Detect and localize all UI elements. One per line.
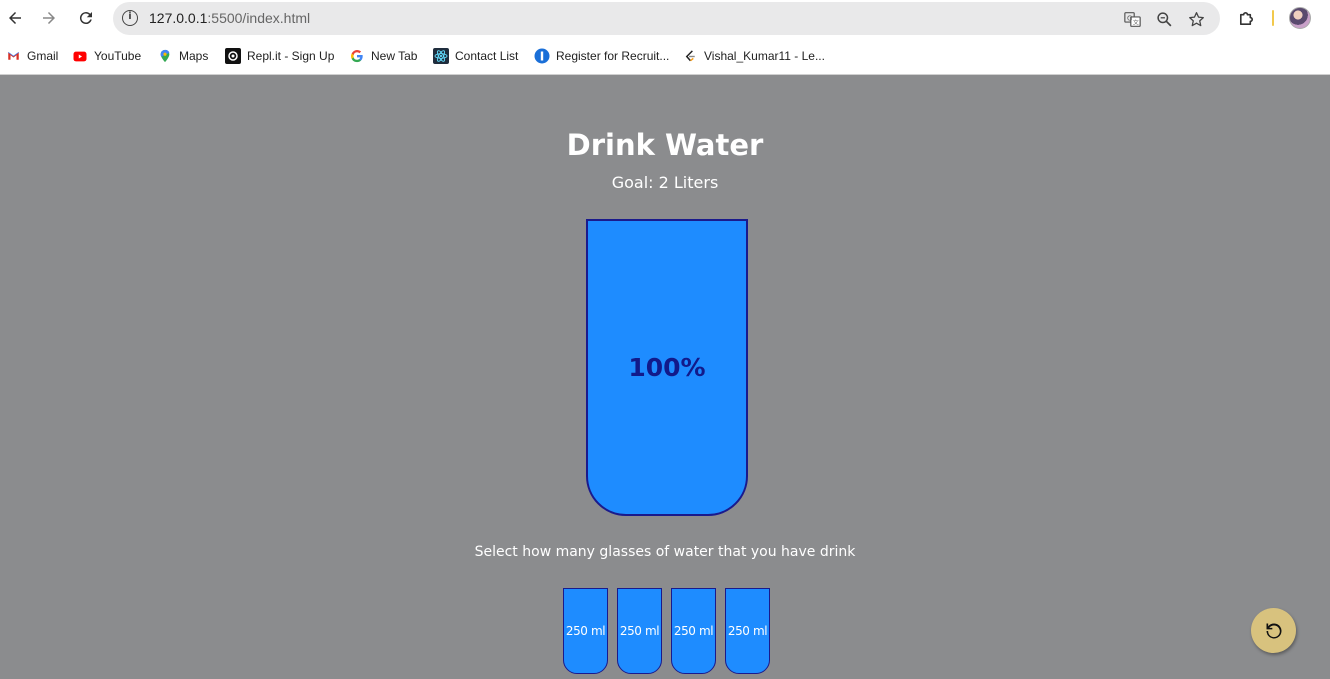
svg-text:G: G <box>1126 14 1131 22</box>
small-cup-3[interactable]: 250 ml <box>671 588 716 674</box>
bookmark-gmail[interactable]: Gmail <box>5 47 58 65</box>
toolbar-divider <box>1272 10 1274 26</box>
maps-icon <box>157 48 173 64</box>
site-info-icon[interactable]: i <box>122 10 138 26</box>
replit-icon <box>225 48 241 64</box>
react-icon <box>433 48 449 64</box>
reload-icon <box>79 12 92 25</box>
browser-toolbar: i 127.0.0.1:5500/index.html G文 <box>0 0 1330 37</box>
bookmark-new-tab[interactable]: New Tab <box>349 47 417 65</box>
bookmark-maps[interactable]: Maps <box>157 47 208 65</box>
bookmark-star-icon[interactable] <box>1187 10 1205 28</box>
back-button[interactable] <box>3 6 27 30</box>
percentage-label: 100% <box>628 352 706 382</box>
goal-text: Goal: 2 Liters <box>611 173 719 192</box>
instruction-text: Select how many glasses of water that yo… <box>474 544 856 560</box>
bookmark-register[interactable]: Register for Recruit... <box>534 47 669 65</box>
small-cups-list: 250 ml 250 ml 250 ml 250 ml <box>563 588 770 674</box>
extensions-icon[interactable] <box>1235 7 1257 29</box>
reset-icon <box>1266 622 1281 638</box>
forward-button[interactable] <box>37 6 61 30</box>
small-cup-4[interactable]: 250 ml <box>725 588 770 674</box>
google-icon <box>349 48 365 64</box>
small-cup-2[interactable]: 250 ml <box>617 588 662 674</box>
bookmark-youtube[interactable]: YouTube <box>72 47 141 65</box>
profile-avatar[interactable] <box>1289 7 1311 29</box>
reload-button[interactable] <box>74 6 98 30</box>
address-bar[interactable]: i 127.0.0.1:5500/index.html G文 <box>113 2 1220 35</box>
leetcode-icon <box>682 48 698 64</box>
zoom-icon[interactable] <box>1155 10 1173 28</box>
bookmark-contact-list[interactable]: Contact List <box>433 47 518 65</box>
register-icon <box>534 48 550 64</box>
bookmark-replit[interactable]: Repl.it - Sign Up <box>225 47 334 65</box>
bookmark-leetcode[interactable]: Vishal_Kumar11 - Le... <box>682 47 825 65</box>
forward-arrow-icon <box>43 12 55 24</box>
reset-button[interactable] <box>1251 608 1296 653</box>
page-title: Drink Water <box>566 128 764 162</box>
svg-text:文: 文 <box>1132 18 1138 26</box>
url-text[interactable]: 127.0.0.1:5500/index.html <box>149 10 310 27</box>
page-content: Drink Water Goal: 2 Liters 100% Select h… <box>0 76 1330 679</box>
translate-icon[interactable]: G文 <box>1123 10 1141 28</box>
youtube-icon <box>72 48 88 64</box>
back-arrow-icon <box>9 12 21 24</box>
small-cup-1[interactable]: 250 ml <box>563 588 608 674</box>
bookmarks-bar: Gmail YouTube Maps Repl.it - Sign Up New… <box>0 37 1330 75</box>
gmail-icon <box>5 48 21 64</box>
main-water-cup: 100% <box>586 219 748 516</box>
